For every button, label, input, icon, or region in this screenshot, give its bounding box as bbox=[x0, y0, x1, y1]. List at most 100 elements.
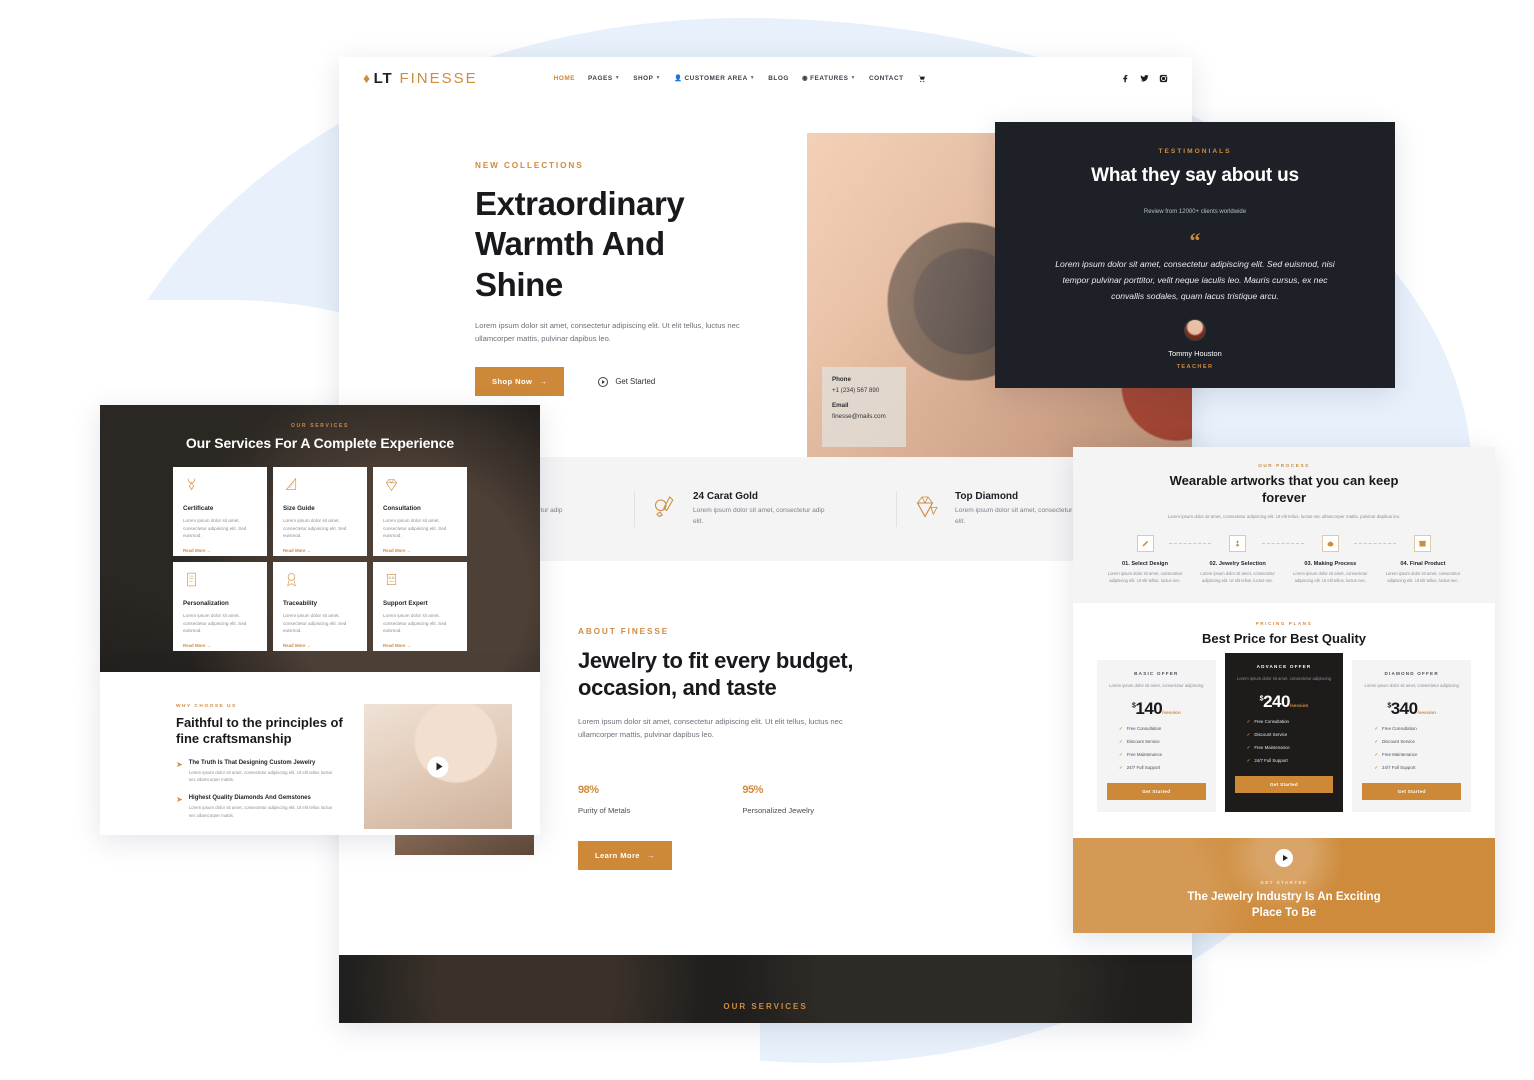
get-started-button[interactable]: Get Started bbox=[1107, 782, 1206, 800]
plan-feature-label: Discount Service bbox=[1126, 738, 1160, 744]
plan-feature: ✓ 24/7 Full Support bbox=[1107, 765, 1206, 771]
why-choose-content: WHY CHOOSE US Faithful to the principles… bbox=[176, 704, 346, 829]
service-text: Lorem ipsum dolor sit amet, consectetur … bbox=[183, 613, 247, 634]
plan-feature-label: Free Maintenance bbox=[1126, 751, 1163, 757]
get-started-button[interactable]: Get Started bbox=[598, 376, 656, 387]
about-eyebrow: ABOUT FINESSE bbox=[578, 627, 670, 636]
read-more-link[interactable]: Read More → bbox=[383, 643, 457, 648]
nav-item-blog[interactable]: BLOG bbox=[768, 75, 789, 82]
service-title: Size Guide bbox=[283, 505, 315, 512]
get-started-button[interactable]: Get Started bbox=[1234, 775, 1334, 793]
service-card[interactable]: Size Guide Lorem ipsum dolor sit amet, c… bbox=[273, 467, 367, 556]
service-card[interactable]: Certificate Lorem ipsum dolor sit amet, … bbox=[173, 467, 267, 556]
nav-item-pages[interactable]: PAGES ▼ bbox=[588, 75, 620, 82]
trace-icon bbox=[287, 573, 296, 587]
plan-feature-label: 24/7 Full Support bbox=[1382, 764, 1416, 770]
service-title: Consultation bbox=[383, 505, 421, 512]
step-icon-box bbox=[1414, 534, 1432, 552]
check-icon: ✓ bbox=[1374, 764, 1379, 770]
play-circle-icon bbox=[598, 376, 609, 387]
feature-text: Lorem ipsum dolor sit amet, consectetur … bbox=[693, 506, 825, 525]
learn-more-button[interactable]: Learn More → bbox=[578, 840, 672, 870]
gem-icon bbox=[385, 479, 398, 492]
cta-eyebrow: GET STARTED bbox=[1260, 880, 1308, 886]
email-value[interactable]: finesse@mails.com bbox=[832, 413, 896, 420]
shop-now-button[interactable]: Shop Now → bbox=[475, 367, 565, 397]
plan-price: $240/session bbox=[1235, 692, 1334, 712]
engrave-icon bbox=[187, 572, 196, 587]
step-title: 03. Making Process bbox=[1304, 560, 1357, 567]
stat-label: Purity of Metals bbox=[578, 805, 631, 815]
read-more-link[interactable]: Read More → bbox=[183, 643, 257, 648]
why-list-item: ➤ Highest Quality Diamonds And Gemstones… bbox=[176, 795, 346, 819]
arrow-right-icon: → bbox=[206, 547, 212, 553]
price-period: /session bbox=[1417, 709, 1436, 715]
plan-feature-label: 24/7 Full Support bbox=[1126, 764, 1161, 770]
service-card[interactable]: Traceability Lorem ipsum dolor sit amet,… bbox=[273, 562, 367, 651]
service-text: Lorem ipsum dolor sit amet, consectetur … bbox=[383, 518, 447, 539]
plan-feature: ✓ Free Consultation bbox=[1362, 726, 1461, 732]
nav-label: FEATURES bbox=[810, 74, 849, 82]
read-more-link[interactable]: Read More → bbox=[283, 548, 357, 553]
stat-number: 95% bbox=[742, 772, 814, 800]
ring-making-icon bbox=[1327, 541, 1334, 547]
screenshot-stage: ♦ LT FINESSE HOME PAGES ▼ SHOP ▼ 👤 CUSTOMER… bbox=[0, 0, 1534, 1080]
service-title: Traceability bbox=[283, 600, 318, 607]
check-icon: ✓ bbox=[1119, 738, 1123, 744]
nav-item-home[interactable]: HOME bbox=[554, 75, 575, 82]
read-more-link[interactable]: Read More → bbox=[383, 548, 457, 553]
plan-feature: ✓ 24/7 Full Support bbox=[1235, 758, 1334, 764]
cart-icon[interactable] bbox=[917, 74, 926, 83]
get-started-button[interactable]: Get Started bbox=[1362, 782, 1461, 800]
step-title: 02. Jewelry Selection bbox=[1209, 560, 1266, 567]
read-more-label: Read More bbox=[283, 547, 306, 553]
phone-value[interactable]: +1 (234) 567 890 bbox=[832, 387, 896, 394]
why-choose-us-panel: WHY CHOOSE US Faithful to the principles… bbox=[100, 672, 540, 835]
testimonials-panel: TESTIMONIALS What they say about us Revi… bbox=[995, 122, 1395, 388]
arrow-right-icon: → bbox=[539, 377, 548, 387]
brand-logo[interactable]: ♦ LT FINESSE bbox=[363, 70, 478, 87]
twitter-icon[interactable] bbox=[1140, 74, 1149, 83]
step-icon-box bbox=[1321, 534, 1339, 552]
read-more-link[interactable]: Read More → bbox=[283, 643, 357, 648]
plan-price: $140/session bbox=[1107, 699, 1206, 719]
plan-feature: ✓ Free Maintenance bbox=[1362, 752, 1461, 758]
get-started-label: Get Started bbox=[615, 377, 656, 387]
brand-name-secondary: FINESSE bbox=[399, 69, 478, 87]
arrow-right-icon: → bbox=[406, 547, 412, 553]
facebook-icon[interactable] bbox=[1121, 74, 1130, 83]
play-icon[interactable] bbox=[1275, 849, 1293, 868]
nav-item-shop[interactable]: SHOP ▼ bbox=[633, 75, 661, 82]
check-icon: ✓ bbox=[1246, 744, 1251, 750]
nav-item-features[interactable]: ◉ FEATURES ▼ bbox=[802, 74, 856, 83]
nav-label: HOME bbox=[553, 74, 576, 82]
hero-title-line1: Extraordinary bbox=[475, 185, 685, 222]
plan-feature-label: Discount Service bbox=[1254, 731, 1288, 737]
support-icon bbox=[386, 574, 397, 585]
plan-description: Lorem ipsum dolor sit amet, consectetur … bbox=[1109, 682, 1204, 688]
process-title-line2: forever bbox=[1261, 489, 1307, 505]
plan-feature-label: 24/7 Full Support bbox=[1254, 757, 1288, 763]
price-period: /session bbox=[1162, 709, 1181, 715]
why-item-text: Lorem ipsum dolor sit amet, consectetur … bbox=[188, 769, 333, 782]
arrow-marker-icon: ➤ bbox=[176, 795, 183, 805]
nav-item-contact[interactable]: CONTACT bbox=[869, 75, 904, 82]
service-card[interactable]: Consultation Lorem ipsum dolor sit amet,… bbox=[373, 467, 467, 556]
step-text: Lorem ipsum dolor sit amet, consectetur … bbox=[1385, 570, 1461, 583]
service-text: Lorem ipsum dolor sit amet, consectetur … bbox=[283, 518, 347, 539]
brand-mark-icon: ♦ bbox=[363, 70, 371, 86]
service-card[interactable]: Personalization Lorem ipsum dolor sit am… bbox=[173, 562, 267, 651]
pencil-icon bbox=[1142, 540, 1148, 547]
why-item-text: Lorem ipsum dolor sit amet, consectetur … bbox=[188, 805, 333, 818]
service-card[interactable]: Support Expert Lorem ipsum dolor sit ame… bbox=[373, 562, 467, 651]
plan-feature: ✓ Discount Service bbox=[1362, 739, 1461, 745]
process-title: Wearable artworks that you can keep fore… bbox=[1095, 473, 1473, 506]
service-text: Lorem ipsum dolor sit amet, consectetur … bbox=[383, 613, 447, 634]
plan-feature-label: Free Maintenance bbox=[1382, 751, 1418, 757]
read-more-link[interactable]: Read More → bbox=[183, 548, 257, 553]
stat-number: 98% bbox=[578, 772, 630, 800]
play-icon[interactable] bbox=[427, 756, 449, 777]
instagram-icon[interactable] bbox=[1159, 74, 1168, 83]
cta-band: GET STARTED The Jewelry Industry Is An E… bbox=[1073, 838, 1495, 933]
nav-item-customer-area[interactable]: 👤 CUSTOMER AREA ▼ bbox=[674, 74, 755, 83]
